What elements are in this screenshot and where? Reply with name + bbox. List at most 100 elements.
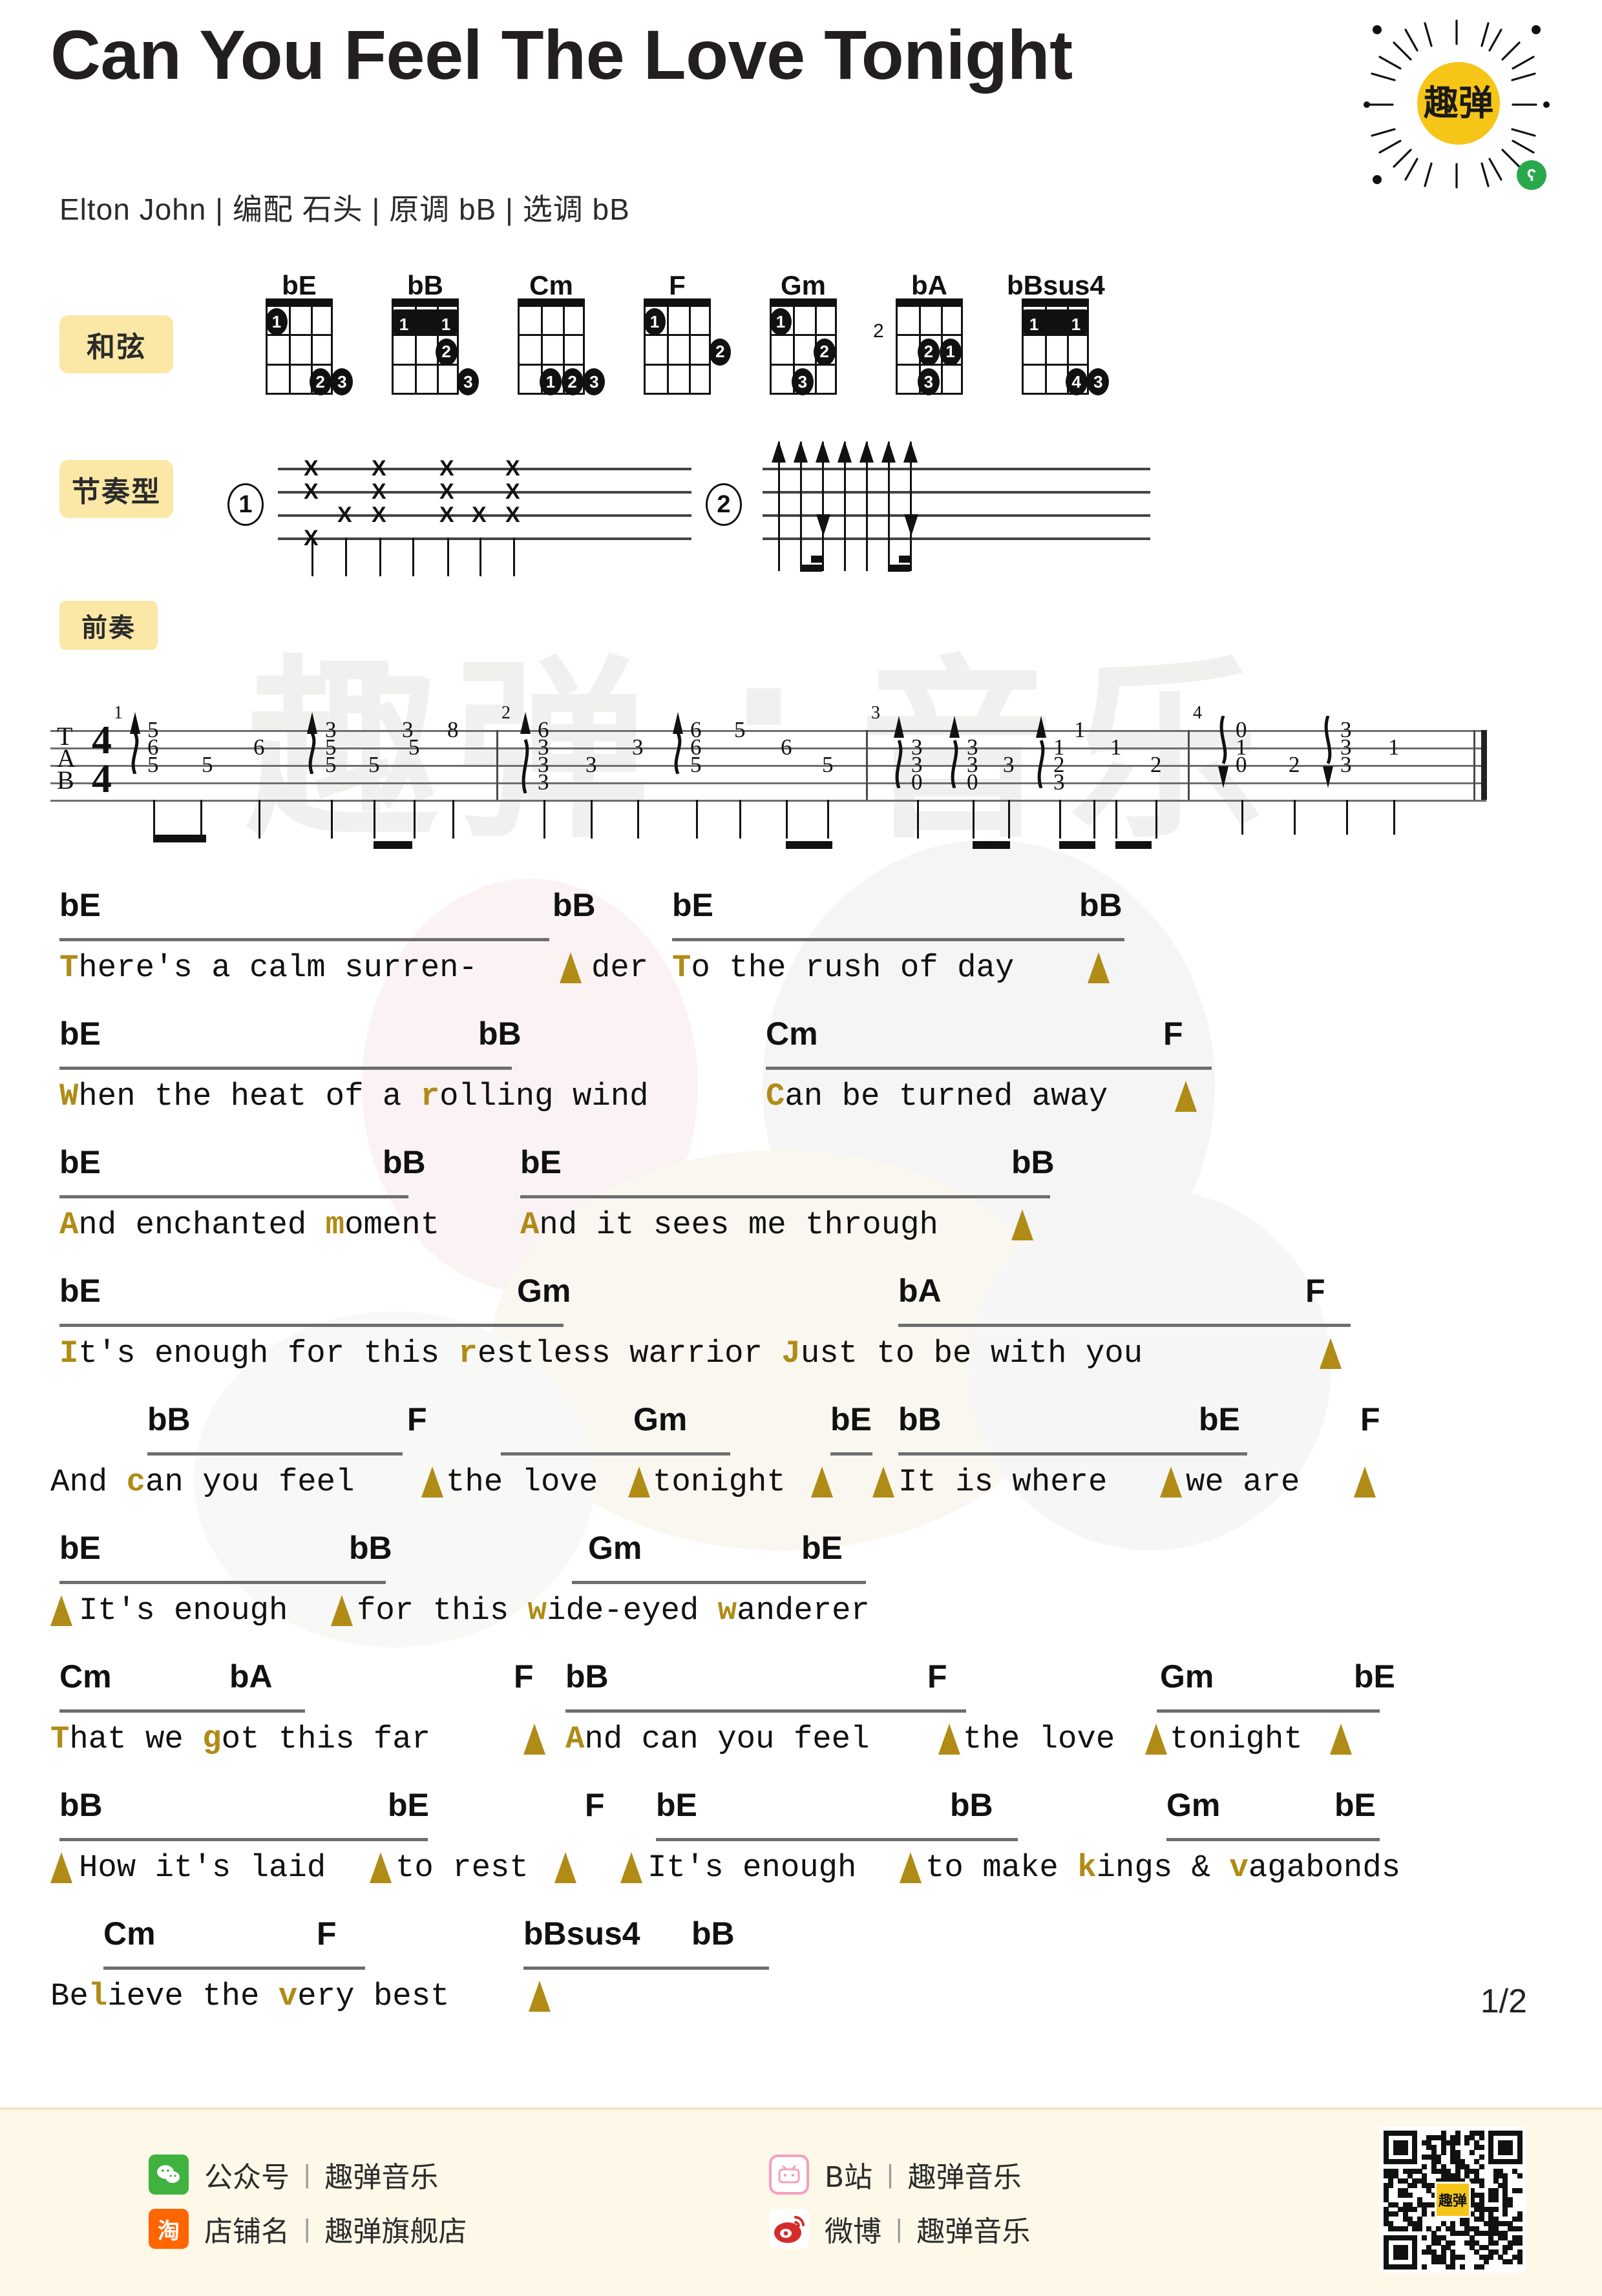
tab-note-stem [374,800,375,839]
lyric-chunk: der [591,950,649,986]
lyric-chunk: tonight [653,1464,786,1500]
chord-change-letter: T [59,950,79,986]
strum-x-mark: X [505,479,520,504]
weibo-icon [769,2209,809,2249]
lyric-line: bE bB Gm bE It's enough for this wide-eyed wa… [0,1528,1602,1656]
strum-x-mark: X [472,503,487,527]
chord-label: bE [388,1787,429,1823]
chord-finger-dot: 1 [539,368,562,395]
tab-fret-number: 5 [325,752,337,777]
lyric-underline [1157,1709,1380,1713]
qr-module [1507,2149,1513,2155]
tab-note-stem [1008,800,1010,839]
staff-line [763,468,1150,470]
lyric-chunk: the love [963,1721,1115,1757]
lyric-text: How it's laid [79,1852,326,1884]
lyric-text: And it sees me through [520,1209,938,1241]
bilibili-icon [769,2155,809,2195]
lyric-text: When the heat of a rolling wind [59,1081,649,1112]
strum-up-arrow [859,441,874,463]
qr-module [1517,2187,1523,2193]
footer-column-left: 公众号 | 趣弹音乐 淘 店铺名 | 趣弹旗舰店 [149,2147,467,2256]
chord-label: bA [229,1658,273,1695]
chord-name: Cm [529,270,573,300]
strum-marker-triangle [872,1466,894,1498]
lyric-chunk: t's enough for this [78,1335,459,1372]
footer-entry-bilibili[interactable]: B站 | 趣弹音乐 [769,2147,1030,2202]
chord-finger-dot: 1 [770,308,792,335]
lyric-chunk: ust to be with you [800,1335,1143,1372]
lyric-text: It's enough [79,1595,288,1627]
qr-module [1422,2211,1428,2217]
qr-module [1455,2140,1460,2145]
taobao-icon: 淘 [149,2209,189,2249]
strum-marker-triangle [523,1724,545,1755]
chord-label: bB [898,1401,942,1437]
lyric-underline [572,1581,866,1584]
qr-code-modules: 趣弹 [1384,2131,1523,2270]
strum-marker-triangle [1354,1466,1376,1498]
footer-label-weibo: 微博 [825,2215,881,2248]
qr-module [1417,2226,1422,2231]
strum-up-arrow [772,441,786,463]
qr-module [1436,2226,1442,2231]
footer-entry-weibo[interactable]: 微博 | 趣弹音乐 [769,2202,1030,2256]
qr-module [1460,2264,1466,2270]
lyric-text: to make kings & vagabonds [925,1852,1400,1884]
chord-change-letter: w [527,1592,547,1629]
chord-label: Cm [766,1016,818,1052]
lyric-text: It's enough for this restless warrior Ju… [59,1338,1143,1370]
note-beam [888,565,910,572]
note-stem [447,537,449,576]
footer-entry-taobao[interactable]: 淘 店铺名 | 趣弹旗舰店 [149,2202,467,2256]
qr-logo: 趣弹 [1435,2182,1471,2218]
lyric-chunk: for this [357,1592,528,1629]
strum-marker-triangle [1320,1338,1342,1369]
rhythm-pattern-1-number: 1 [227,483,264,526]
chord-change-letter: A [565,1721,585,1757]
lyric-chunk: It's enough [79,1592,288,1629]
lyric-chunk: olling wind [439,1078,649,1114]
lyric-text: for this wide-eyed wanderer [357,1595,870,1627]
lyric-line: bB bE FbE bB Gm bE How it's laid to rest It's en… [0,1785,1602,1914]
footer-value-bilibili: 趣弹音乐 [907,2161,1022,2194]
chord-diagram-row: bE 1 2 3 bB 1 1 2 3 Cm 1 2 3 F 1 2 Gm 1 2 3 bA 1 2 3 2 bBsus4 1 1 3 4 [0,270,1602,419]
qr-code[interactable]: 趣弹 [1380,2127,1526,2273]
lyric-text: It is where [898,1466,1107,1498]
chord-label: Gm [1160,1658,1214,1695]
tab-note-stem [696,800,698,839]
chord-change-letter: l [88,1978,108,2014]
strum-up-arrow [669,712,686,781]
note-stem [513,537,515,576]
lyric-chunk: estless warrior [477,1335,782,1372]
tab-note-stem [739,800,741,839]
tab-note-stem [1393,800,1395,835]
qr-module [1479,2183,1484,2189]
lyric-chunk: o the rush of day [691,950,1015,986]
lyric-underline [103,1967,365,1970]
chord-name: bB [407,270,443,300]
lyric-text: And can you feel [50,1466,354,1498]
strum-marker-triangle [1160,1466,1182,1498]
tab-note-stem [1241,800,1243,835]
tab-note-stem [973,800,975,839]
qr-module [1412,2159,1418,2165]
qr-module [1440,2149,1446,2155]
chord-change-letter: r [458,1335,478,1372]
chord-finger-dot: 3 [457,368,480,395]
qr-module [1493,2207,1499,2213]
chord-label: Gm [588,1530,642,1566]
chord-label: bB [349,1530,392,1566]
chord-label: Cm [59,1658,112,1695]
strum-marker-triangle [628,1466,650,1498]
lyric-chunk: ieve the [107,1978,279,2014]
footer-entry-wechat[interactable]: 公众号 | 趣弹音乐 [149,2147,467,2202]
chord-label: Gm [517,1273,571,1309]
lyric-chunk: ery best [297,1978,450,2014]
strum-down-arrow [816,514,830,536]
qr-module [1422,2235,1428,2241]
qr-module [1502,2211,1508,2217]
footer-separator: | [887,2160,894,2189]
tab-note-stem [543,800,545,839]
chord-change-letter: W [59,1078,79,1114]
